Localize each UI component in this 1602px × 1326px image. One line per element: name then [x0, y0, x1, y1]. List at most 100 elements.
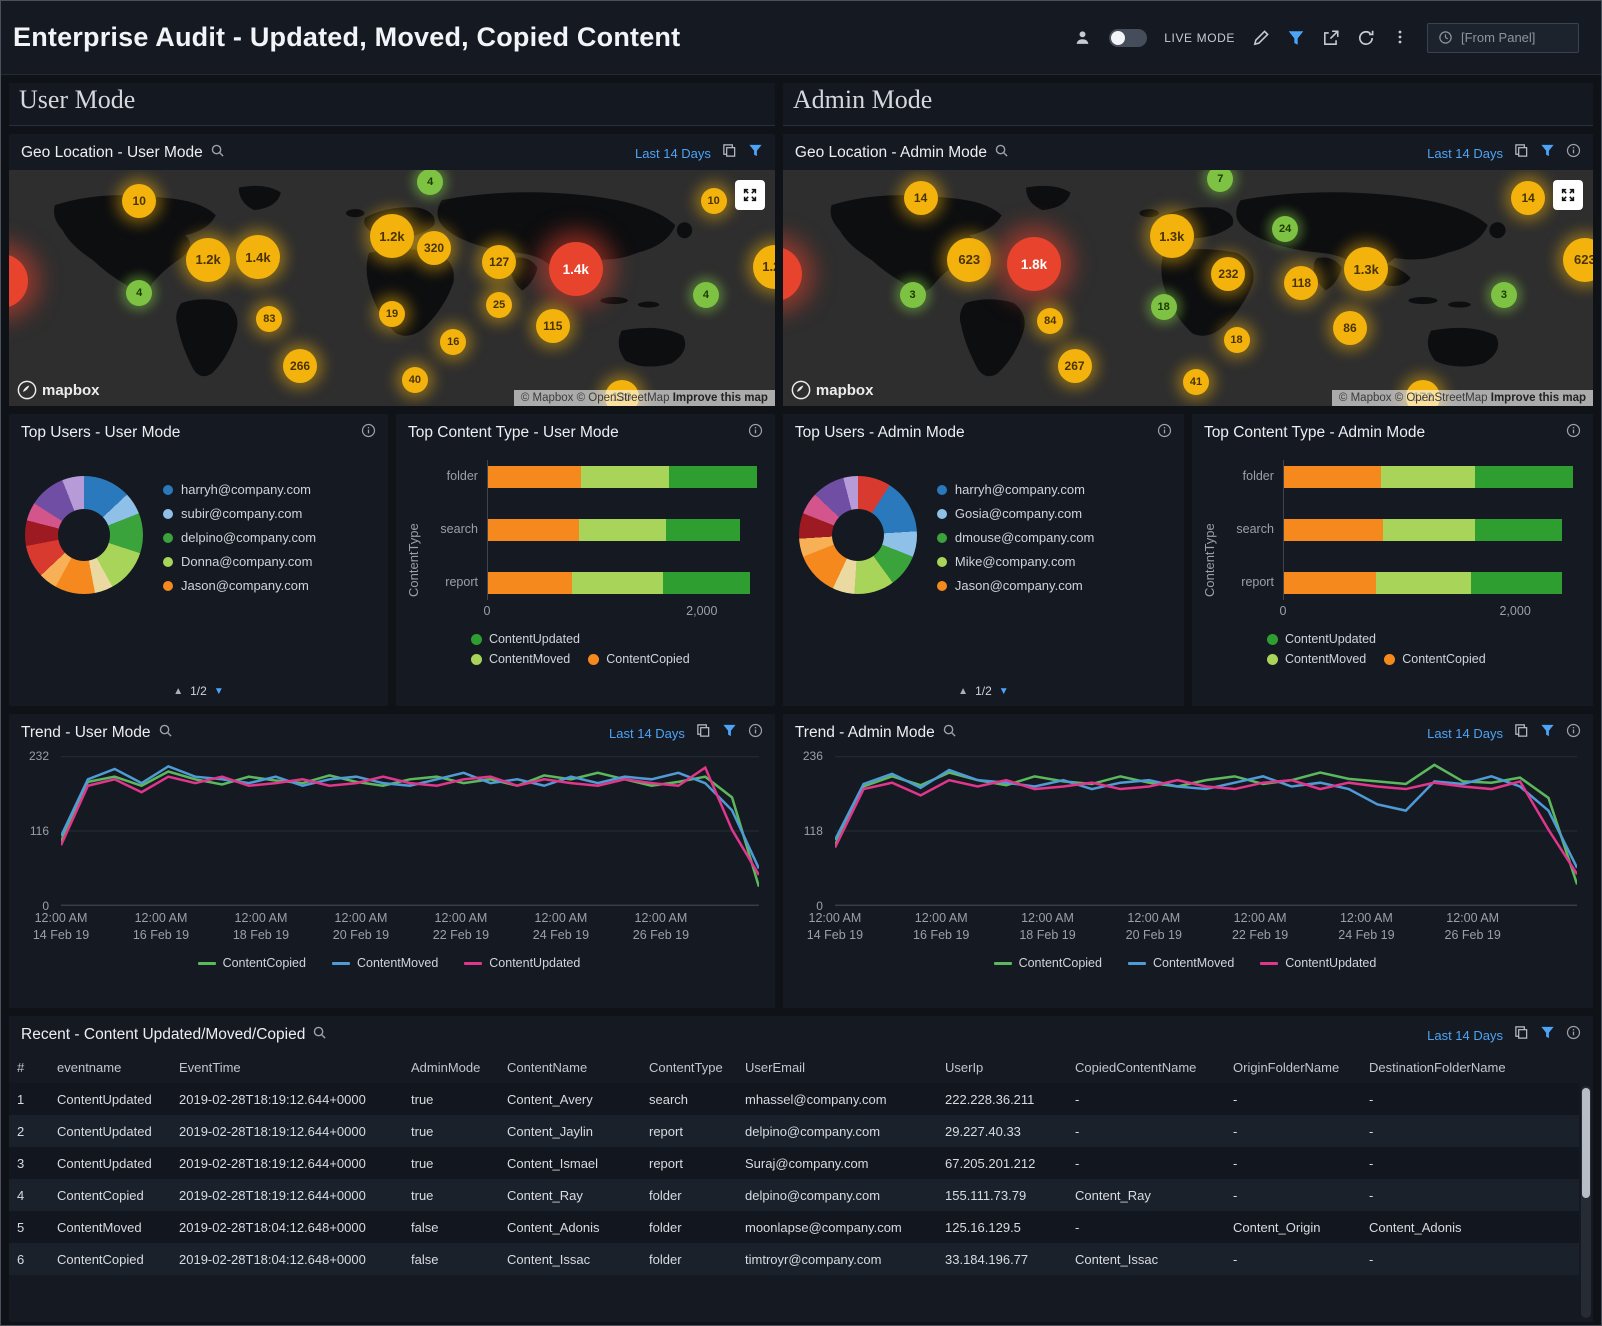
improve-map-link[interactable]: Improve this map	[1491, 392, 1586, 404]
map-marker[interactable]: 267	[1058, 349, 1092, 383]
bar-segment[interactable]	[1383, 519, 1474, 541]
stacked-bar[interactable]	[488, 466, 757, 488]
zoom-icon[interactable]	[210, 143, 225, 163]
bar-segment[interactable]	[669, 466, 757, 488]
legend-item[interactable]: ContentCopied	[1384, 652, 1485, 666]
panel-filter-icon[interactable]	[722, 723, 737, 743]
legend-item[interactable]: ContentCopied	[994, 956, 1102, 970]
info-icon[interactable]	[748, 723, 763, 743]
panel-filter-icon[interactable]	[1540, 1025, 1555, 1045]
copy-icon[interactable]	[722, 143, 737, 163]
info-icon[interactable]	[748, 423, 763, 443]
column-header[interactable]: eventname	[49, 1052, 171, 1083]
copy-icon[interactable]	[696, 723, 711, 743]
map-marker[interactable]: 127	[482, 245, 516, 279]
legend-item[interactable]: Jason@company.com	[937, 578, 1094, 593]
bar-segment[interactable]	[1475, 466, 1573, 488]
share-icon[interactable]	[1322, 29, 1340, 47]
legend-item[interactable]: ContentCopied	[198, 956, 306, 970]
expand-map-icon[interactable]	[735, 180, 765, 210]
content-type-chart[interactable]: ContentType foldersearchreport 02,000 Co…	[396, 450, 775, 706]
legend-item[interactable]: Jason@company.com	[163, 578, 316, 593]
map-marker[interactable]: 19	[379, 301, 405, 327]
map-marker[interactable]: 16	[440, 329, 466, 355]
stacked-bar[interactable]	[488, 572, 757, 594]
legend-item[interactable]: dmouse@company.com	[937, 530, 1094, 545]
geo-map-admin[interactable]: mapbox © Mapbox © OpenStreetMap Improve …	[783, 170, 1593, 406]
map-marker[interactable]: 18	[1224, 327, 1250, 353]
legend-item[interactable]: delpino@company.com	[163, 530, 316, 545]
legend-item[interactable]: ContentUpdated	[471, 632, 580, 646]
stacked-bar[interactable]	[1284, 519, 1575, 541]
legend-item[interactable]: ContentMoved	[1128, 956, 1234, 970]
map-marker[interactable]: 3	[900, 282, 926, 308]
map-marker[interactable]: 25	[486, 292, 512, 318]
legend-item[interactable]: harryh@company.com	[163, 482, 316, 497]
column-header[interactable]: ContentName	[499, 1052, 641, 1083]
column-header[interactable]: OriginFolderName	[1225, 1052, 1361, 1083]
bar-segment[interactable]	[488, 519, 579, 541]
map-marker[interactable]: 1.2k	[186, 238, 230, 282]
info-icon[interactable]	[361, 423, 376, 443]
map-marker[interactable]: 84	[1037, 308, 1063, 334]
legend-item[interactable]: harryh@company.com	[937, 482, 1094, 497]
bar-segment[interactable]	[1471, 572, 1562, 594]
filter-icon[interactable]	[1287, 29, 1305, 47]
time-range-link[interactable]: Last 14 Days	[609, 726, 685, 741]
map-marker[interactable]: 41	[1183, 369, 1209, 395]
map-marker[interactable]: 4	[417, 170, 443, 195]
zoom-icon[interactable]	[942, 723, 957, 743]
zoom-icon[interactable]	[994, 143, 1009, 163]
from-panel-selector[interactable]: [From Panel]	[1427, 23, 1579, 53]
user-icon[interactable]	[1074, 29, 1092, 47]
legend-item[interactable]: ContentMoved	[332, 956, 438, 970]
refresh-icon[interactable]	[1357, 29, 1375, 47]
map-marker[interactable]: 1.4k	[236, 235, 280, 279]
mapbox-logo[interactable]: mapbox	[791, 380, 874, 400]
column-header[interactable]: #	[9, 1052, 49, 1083]
table-scrollbar[interactable]	[1581, 1086, 1591, 1318]
edit-icon[interactable]	[1252, 29, 1270, 47]
scrollbar-thumb[interactable]	[1582, 1088, 1590, 1198]
map-marker[interactable]: 10	[122, 184, 156, 218]
column-header[interactable]: CopiedContentName	[1067, 1052, 1225, 1083]
bar-segment[interactable]	[572, 572, 663, 594]
column-header[interactable]: AdminMode	[403, 1052, 499, 1083]
map-marker[interactable]: 115	[536, 309, 570, 343]
column-header[interactable]: UserIp	[937, 1052, 1067, 1083]
map-marker[interactable]: 1.4k	[549, 242, 603, 296]
expand-map-icon[interactable]	[1553, 180, 1583, 210]
legend-item[interactable]: ContentCopied	[588, 652, 689, 666]
info-icon[interactable]	[1566, 423, 1581, 443]
bar-segment[interactable]	[666, 519, 740, 541]
bar-segment[interactable]	[581, 466, 670, 488]
time-range-link[interactable]: Last 14 Days	[1427, 726, 1503, 741]
stacked-bar[interactable]	[1284, 572, 1575, 594]
legend-item[interactable]: ContentUpdated	[1267, 632, 1376, 646]
panel-filter-icon[interactable]	[1540, 723, 1555, 743]
map-marker[interactable]: 3	[1491, 282, 1517, 308]
pager-up-icon[interactable]: ▲	[173, 686, 183, 697]
bar-segment[interactable]	[579, 519, 667, 541]
map-marker[interactable]: 18	[1151, 294, 1177, 320]
copy-icon[interactable]	[1514, 723, 1529, 743]
pager-up-icon[interactable]: ▲	[958, 686, 968, 697]
bar-segment[interactable]	[1376, 572, 1471, 594]
mapbox-logo[interactable]: mapbox	[17, 380, 100, 400]
legend-item[interactable]: Gosia@company.com	[937, 506, 1094, 521]
map-marker[interactable]: 266	[283, 349, 317, 383]
map-marker[interactable]: 40	[402, 367, 428, 393]
info-icon[interactable]	[1566, 1025, 1581, 1045]
legend-item[interactable]: ContentUpdated	[1260, 956, 1376, 970]
map-marker[interactable]: 232	[1211, 257, 1245, 291]
map-marker[interactable]: 4	[693, 282, 719, 308]
column-header[interactable]: DestinationFolderName	[1361, 1052, 1579, 1083]
map-marker[interactable]: 1.3k	[1344, 247, 1388, 291]
info-icon[interactable]	[1157, 423, 1172, 443]
zoom-icon[interactable]	[312, 1025, 327, 1045]
bar-segment[interactable]	[1475, 519, 1563, 541]
bar-segment[interactable]	[488, 572, 572, 594]
legend-item[interactable]: ContentMoved	[471, 652, 570, 666]
live-mode-toggle[interactable]	[1109, 29, 1147, 47]
pager-down-icon[interactable]: ▼	[214, 686, 224, 697]
